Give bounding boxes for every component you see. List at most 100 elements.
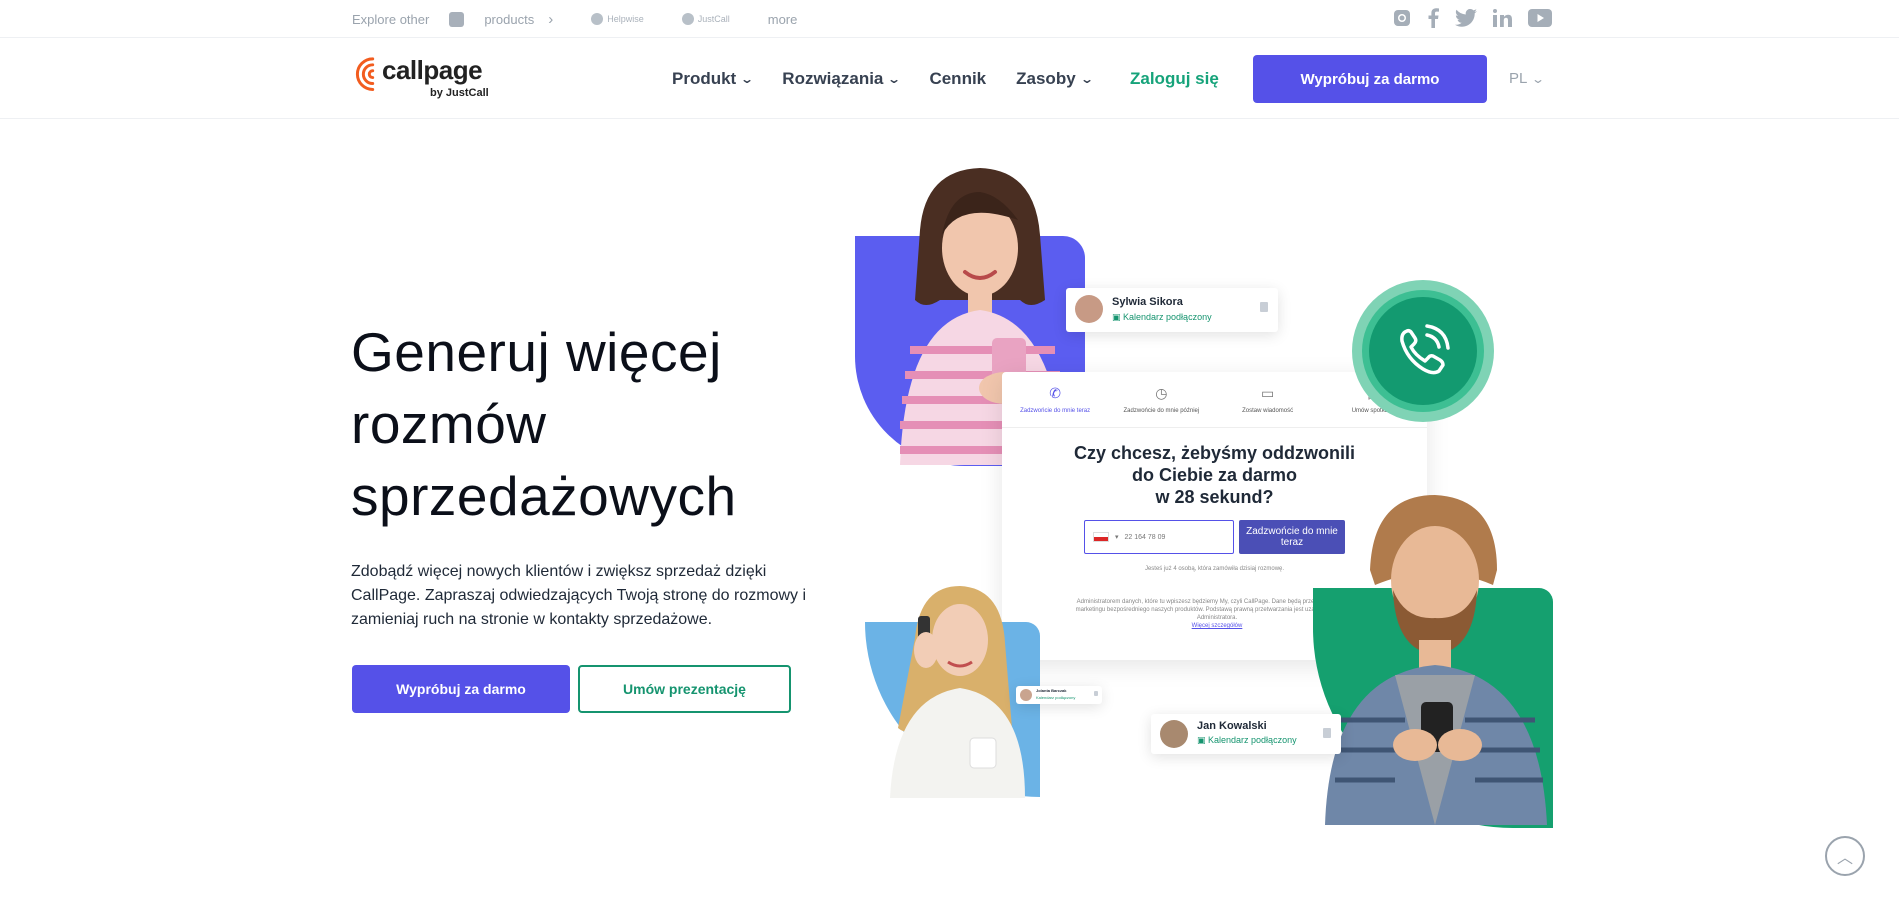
avatar [1020,689,1032,701]
light-blue-shape [865,622,1040,797]
chevron-right-icon[interactable]: › [548,11,553,28]
nav-zasoby[interactable]: Zasoby ⌄ [1016,68,1094,89]
call-badge-mid [1362,290,1484,412]
hero-title-line2: rozmów [351,393,547,455]
card-name: Jan Kowalski [1197,720,1267,732]
hero-title: Generuj więcej rozmów sprzedażowych [351,316,811,532]
language-selector[interactable]: PL ⌄ [1509,38,1546,119]
callpage-logo[interactable]: callpage by JustCall [352,53,492,105]
hero-title-line1: Generuj więcej [351,321,722,383]
phone-ringing-icon [1369,297,1477,405]
try-free-header-button[interactable]: Wypróbuj za darmo [1253,55,1487,103]
login-link[interactable]: Zaloguj się [1130,38,1219,119]
woman-on-call-image [890,586,1025,798]
calendar-card-sylwia: Sylwia Sikora ▣ Kalendarz podłączony [1066,288,1278,332]
helpwise-link[interactable]: Helpwise [591,13,644,25]
message-icon: ▭ [1261,385,1275,401]
explore-label: Explore other [352,11,430,27]
trash-icon[interactable] [1260,302,1268,312]
tab-label: Zadzwońcie do mnie teraz [1020,408,1091,414]
twitter-icon[interactable] [1455,8,1477,32]
nav-produkt[interactable]: Produkt ⌄ [672,68,755,89]
nav-rozwiazania[interactable]: Rozwiązania ⌄ [782,68,902,89]
social-links [1393,8,1552,33]
man-with-phone-image [1325,495,1547,825]
calendar-card-jan: Jan Kowalski ▣ Kalendarz podłączony [1151,714,1341,754]
justcall-label: JustCall [697,14,730,24]
logo-byline: by JustCall [430,87,489,99]
hero-title-line3: sprzedażowych [351,465,737,527]
blue-shape [855,236,1085,466]
trash-icon[interactable] [1094,691,1098,696]
callpage-widget: ✆ Zadzwońcie do mnie teraz ◷ Zadzwońcie … [1002,372,1427,660]
language-label: PL [1509,70,1528,87]
widget-question: Czy chcesz, żebyśmy oddzwonili do Ciebie… [1002,442,1427,508]
facebook-icon[interactable] [1427,8,1439,33]
phone-value: 22 164 78 09 [1124,533,1166,541]
youtube-icon[interactable] [1528,9,1552,32]
try-free-button[interactable]: Wypróbuj za darmo [352,665,570,713]
more-link[interactable]: more [768,12,798,27]
card-status: Kalendarz podłączony [1036,695,1076,700]
justcall-icon [681,13,694,25]
tab-call-later[interactable]: ◷ Zadzwońcie do mnie później [1108,372,1214,427]
avatar [1160,720,1188,748]
products-label: products [484,11,535,27]
main-nav: Produkt ⌄ Rozwiązania ⌄ Cennik Zasoby ⌄ [672,38,1094,119]
question-line2: do Ciebie za darmo [1131,465,1298,485]
nav-produkt-label: Produkt [672,68,737,88]
call-badge-ring [1352,280,1494,422]
question-line3: w 28 sekund? [1155,487,1274,507]
widget-tabs: ✆ Zadzwońcie do mnie teraz ◷ Zadzwońcie … [1002,372,1427,428]
helpwise-icon [591,13,604,25]
clock-icon: ◷ [1155,385,1168,401]
tab-label: Umów spotkanie [1351,408,1397,414]
tab-label: Zadzwońcie do mnie później [1123,408,1200,414]
chevron-down-icon: ⌄ [740,71,755,86]
widget-note: Jesteś już 4 osobą, która zamówiła dzisi… [1144,566,1285,572]
chevron-down-icon: ⌄ [887,71,902,86]
nav-zasoby-label: Zasoby [1016,68,1076,88]
card-status: ▣ Kalendarz podłączony [1112,312,1212,322]
justcall-link[interactable]: JustCall [681,13,730,25]
linkedin-icon[interactable] [1493,9,1512,32]
hero-description: Zdobądź więcej nowych klientów i zwiększ… [351,563,807,628]
top-strip: Explore other products › Helpwise JustCa… [0,0,1899,38]
question-line1: Czy chcesz, żebyśmy oddzwonili [1073,443,1356,463]
main-header: callpage by JustCall Produkt ⌄ Rozwiązan… [0,38,1899,119]
card-status: ▣ Kalendarz podłączony [1197,735,1297,745]
widget-legal: Administratorem danych, które tu wpiszes… [1072,598,1362,630]
tab-schedule-meeting[interactable]: ▷ Umów spotkanie [1321,372,1427,427]
nav-cennik-label: Cennik [929,68,987,88]
explore-products: Explore other products › Helpwise JustCa… [352,0,797,38]
card-name: Jolanta Barczak [1036,688,1067,693]
tab-leave-message[interactable]: ▭ Zostaw wiadomość [1215,372,1321,427]
nav-cennik[interactable]: Cennik [929,69,986,89]
green-shape [1313,588,1553,828]
chevron-down-icon: ⌄ [1531,71,1546,86]
call-me-now-button[interactable]: Zadzwońcie do mnie teraz [1239,520,1345,554]
phone-icon: ✆ [1049,385,1061,401]
helpwise-label: Helpwise [607,14,644,24]
logo-wordmark: callpage [382,55,483,85]
card-name: Sylwia Sikora [1112,296,1183,308]
book-demo-button[interactable]: Umów prezentację [578,665,791,713]
chevron-down-icon: ⌄ [1079,71,1094,86]
callpage-mini-icon[interactable] [449,11,465,27]
trash-icon[interactable] [1323,728,1331,738]
instagram-icon[interactable] [1393,9,1411,32]
tab-label: Zostaw wiadomość [1242,408,1294,414]
avatar [1075,295,1103,323]
tab-call-now[interactable]: ✆ Zadzwońcie do mnie teraz [1002,372,1108,427]
poland-flag-icon [1093,532,1109,542]
chevron-down-icon: ▾ [1115,534,1119,541]
more-details-link[interactable]: Więcej szczegółów [1192,623,1243,629]
legal-text: Administratorem danych, które tu wpiszes… [1075,599,1359,621]
woman-with-phone-image [900,168,1065,465]
chevron-up-icon: ︿ [1836,850,1853,867]
phone-input[interactable]: ▾ 22 164 78 09 [1084,520,1234,554]
calendar-card-jolanta: Jolanta Barczak Kalendarz podłączony [1016,686,1102,704]
nav-rozwiazania-label: Rozwiązania [782,68,884,88]
video-icon: ▷ [1368,385,1380,401]
scroll-to-top-button[interactable]: ︿ [1825,836,1865,876]
